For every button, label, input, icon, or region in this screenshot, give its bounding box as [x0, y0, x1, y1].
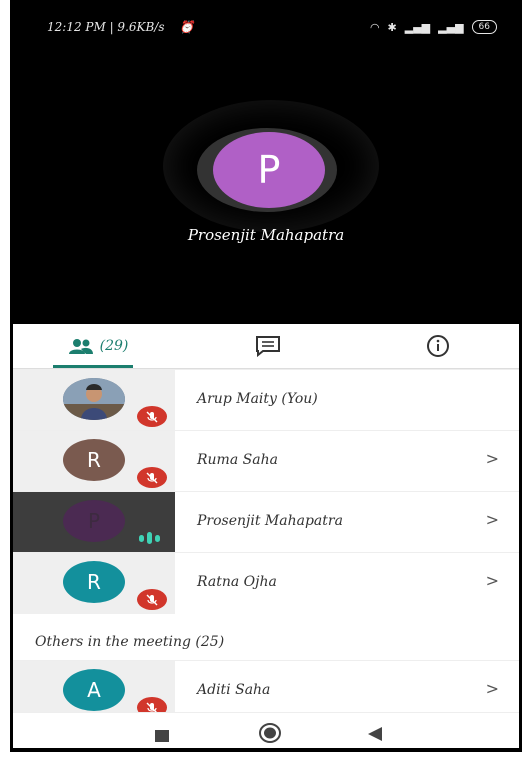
tab-info[interactable] [353, 324, 519, 368]
status-time: 12:12 PM | 9.6KB/s [47, 20, 165, 34]
muted-mic-icon [137, 697, 167, 713]
participant-name: Ratna Ojha [197, 574, 277, 590]
avatar: P [63, 500, 125, 542]
avatar [63, 378, 125, 420]
wifi-icon: ◠ [369, 20, 380, 34]
muted-mic-icon [137, 467, 167, 488]
chevron-right-icon[interactable]: > [486, 510, 499, 529]
participant-row[interactable]: A Aditi Saha > [13, 660, 519, 713]
battery-icon: 66 [471, 20, 497, 34]
tab-chat[interactable] [183, 324, 353, 368]
signal-icon: ▂▄▆ [404, 20, 431, 34]
avatar: A [63, 669, 125, 711]
muted-mic-icon [137, 406, 167, 427]
info-icon [427, 335, 449, 357]
video-stage: 12:12 PM | 9.6KB/s ⏰ ◠ ✱ ▂▄▆ ▂▄▆ 66 P Pr… [13, 0, 519, 324]
avatar: R [63, 439, 125, 481]
participant-name: Prosenjit Mahapatra [197, 513, 343, 529]
profile-photo [63, 378, 125, 420]
system-nav-bar [13, 712, 519, 748]
participant-row[interactable]: R Ratna Ojha > [13, 552, 519, 614]
tab-indicator [53, 365, 133, 368]
people-icon [68, 339, 93, 354]
chevron-right-icon[interactable]: > [486, 449, 499, 468]
participant-row-active[interactable]: P Prosenjit Mahapatra > [13, 491, 519, 553]
participant-row[interactable]: R Ruma Saha > [13, 430, 519, 492]
participant-row[interactable]: Arup Maity (You) [13, 369, 519, 431]
participant-name: Ruma Saha [197, 452, 278, 468]
muted-mic-icon [137, 589, 167, 610]
tab-bar: (29) [13, 324, 519, 369]
others-section: Others in the meeting (25) [13, 616, 519, 660]
meeting-screen: 12:12 PM | 9.6KB/s ⏰ ◠ ✱ ▂▄▆ ▂▄▆ 66 P Pr… [10, 0, 522, 752]
back-icon[interactable] [368, 726, 382, 745]
bluetooth-icon: ✱ [387, 20, 397, 34]
participant-name: Arup Maity (You) [197, 391, 318, 407]
status-bar: 12:12 PM | 9.6KB/s ⏰ ◠ ✱ ▂▄▆ ▂▄▆ 66 [13, 18, 519, 40]
speaking-indicator-icon [139, 532, 160, 544]
home-icon[interactable] [259, 723, 281, 747]
speaker-avatar: P [213, 132, 325, 208]
alarm-icon: ⏰ [179, 20, 194, 34]
status-icons: ◠ ✱ ▂▄▆ ▂▄▆ 66 [370, 20, 497, 34]
avatar: R [63, 561, 125, 603]
recents-icon[interactable] [155, 727, 169, 746]
chevron-right-icon[interactable]: > [486, 571, 499, 590]
others-heading: Others in the meeting (25) [35, 634, 225, 650]
signal-icon-2: ▂▄▆ [438, 20, 464, 34]
chat-icon [256, 336, 280, 357]
people-count: (29) [99, 338, 129, 354]
speaker-name: Prosenjit Mahapatra [187, 226, 345, 244]
chevron-right-icon[interactable]: > [486, 679, 499, 698]
tab-people[interactable]: (29) [13, 324, 183, 368]
participant-name: Aditi Saha [197, 682, 271, 698]
